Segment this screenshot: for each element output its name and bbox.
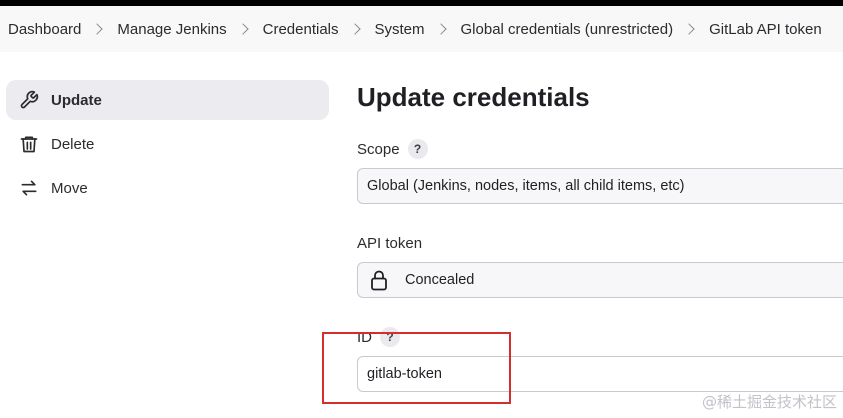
trash-icon xyxy=(18,133,40,155)
lock-icon xyxy=(369,269,389,291)
chevron-right-icon xyxy=(348,23,361,35)
wrench-icon xyxy=(18,89,40,111)
breadcrumb-gitlab-api-token[interactable]: GitLab API token xyxy=(709,21,822,38)
sidebar-item-label: Move xyxy=(51,179,88,197)
scope-label: Scope xyxy=(357,140,400,158)
page-title: Update credentials xyxy=(357,82,590,112)
sidebar: Update Delete Move xyxy=(6,80,329,212)
sidebar-item-move[interactable]: Move xyxy=(6,168,329,208)
id-input[interactable]: gitlab-token xyxy=(357,356,843,392)
sidebar-item-delete[interactable]: Delete xyxy=(6,124,329,164)
chevron-right-icon xyxy=(236,23,249,35)
breadcrumb-global-credentials[interactable]: Global credentials (unrestricted) xyxy=(461,21,674,38)
api-token-field[interactable]: Concealed xyxy=(357,262,843,298)
arrows-swap-icon xyxy=(18,177,40,199)
api-token-value: Concealed xyxy=(405,272,475,288)
api-token-label: API token xyxy=(357,234,423,252)
scope-value: Global (Jenkins, nodes, items, all child… xyxy=(367,178,685,194)
id-label: ID xyxy=(357,328,372,346)
scope-label-row: Scope ? xyxy=(357,138,843,160)
breadcrumb-system[interactable]: System xyxy=(375,21,425,38)
breadcrumb: Dashboard Manage Jenkins Credentials Sys… xyxy=(0,6,843,52)
breadcrumb-dashboard[interactable]: Dashboard xyxy=(8,21,81,38)
sidebar-item-label: Delete xyxy=(51,135,95,153)
chevron-right-icon xyxy=(91,23,104,35)
id-help-icon[interactable]: ? xyxy=(380,327,400,347)
api-token-label-row: API token xyxy=(357,232,843,254)
breadcrumb-manage-jenkins[interactable]: Manage Jenkins xyxy=(117,21,226,38)
sidebar-item-label: Update xyxy=(51,91,102,109)
chevron-right-icon xyxy=(683,23,695,35)
scope-help-icon[interactable]: ? xyxy=(407,139,428,159)
breadcrumb-credentials[interactable]: Credentials xyxy=(263,21,339,38)
sidebar-item-update[interactable]: Update xyxy=(6,80,329,120)
id-value: gitlab-token xyxy=(367,366,442,382)
watermark: @稀土掘金技术社区 xyxy=(701,393,837,411)
scope-select[interactable]: Global (Jenkins, nodes, items, all child… xyxy=(357,168,843,204)
main-content: Update credentials Scope ? Global (Jenki… xyxy=(357,80,843,392)
chevron-right-icon xyxy=(434,23,447,35)
id-label-row: ID ? xyxy=(357,326,843,348)
